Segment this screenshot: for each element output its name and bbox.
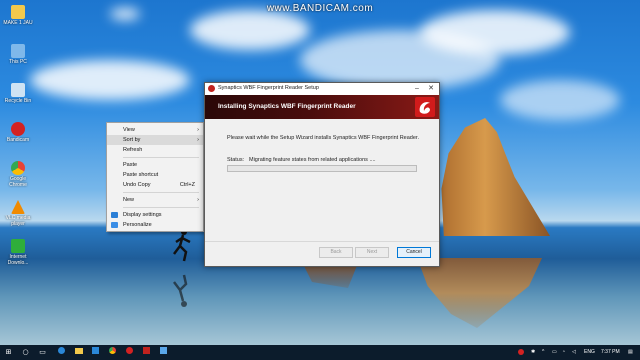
desktop-icon-google-chrome[interactable]: Google Chrome [2, 161, 34, 199]
menu-item-view[interactable]: View › [107, 125, 203, 135]
wait-message: Please wait while the Setup Wizard insta… [227, 135, 419, 141]
menu-separator [123, 157, 199, 158]
dialog-titlebar[interactable]: Synaptics WBF Fingerprint Reader Setup –… [205, 83, 439, 95]
setup-dialog: Synaptics WBF Fingerprint Reader Setup –… [204, 82, 440, 267]
desktop-icon-internet-download-manager[interactable]: Internet Downlo... [2, 239, 34, 277]
synaptics-app-icon [208, 85, 215, 92]
submenu-arrow-icon: › [197, 197, 199, 203]
computer-icon [11, 44, 25, 58]
vlc-icon [11, 200, 25, 214]
notifications-icon[interactable]: ▤ [628, 349, 633, 355]
banner-title: Installing Synaptics WBF Fingerprint Rea… [218, 103, 356, 110]
next-button[interactable]: Next [355, 247, 389, 258]
submenu-arrow-icon: › [197, 127, 199, 133]
desktop-icon-make-1-jau[interactable]: MAKE 1 JAU [2, 5, 34, 43]
file-explorer-icon[interactable] [73, 347, 84, 358]
personalize-icon [111, 222, 118, 228]
dialog-title: Synaptics WBF Fingerprint Reader Setup [218, 85, 319, 91]
bandicam-taskbar-icon[interactable] [124, 347, 135, 358]
desktop-icon-label: MAKE 1 JAU [3, 20, 33, 26]
start-button[interactable]: ⊞ [3, 347, 14, 358]
menu-separator [123, 207, 199, 208]
desktop-icons: MAKE 1 JAU This PC Recycle Bin Bandicam … [2, 4, 34, 277]
dialog-banner: Installing Synaptics WBF Fingerprint Rea… [205, 95, 439, 119]
cancel-button[interactable]: Cancel [397, 247, 431, 258]
desktop-icon-this-pc[interactable]: This PC [2, 44, 34, 82]
volume-icon[interactable]: ◁ [572, 349, 576, 355]
submenu-arrow-icon: › [197, 137, 199, 143]
menu-separator [123, 192, 199, 193]
language-indicator[interactable]: ENG [584, 349, 595, 355]
dialog-footer: Back Next Cancel [205, 241, 439, 267]
close-button[interactable]: ✕ [425, 84, 437, 94]
desktop-icon-recycle-bin[interactable]: Recycle Bin [2, 83, 34, 121]
show-hidden-icons[interactable]: ^ [542, 349, 544, 355]
desktop-context-menu: View › Sort by › Refresh Paste Paste sho… [106, 122, 204, 232]
desktop-icon-label: Google Chrome [9, 176, 27, 188]
chrome-taskbar-icon[interactable] [107, 347, 118, 358]
menu-item-paste[interactable]: Paste [107, 160, 203, 170]
menu-item-label: Undo Copy [123, 182, 151, 188]
folder-icon [11, 5, 25, 19]
rock-formation [441, 118, 550, 236]
bandicam-tray-icon[interactable] [518, 349, 524, 357]
desktop-icon-label: Internet Downlo... [7, 254, 29, 266]
chrome-icon [11, 161, 25, 175]
desktop-icon-label: Recycle Bin [4, 98, 32, 104]
menu-item-undo-copy[interactable]: Undo Copy Ctrl+Z [107, 180, 203, 190]
running-person-silhouette [173, 229, 191, 262]
menu-item-label: Paste [123, 162, 138, 168]
bandicam-icon [11, 122, 25, 136]
status-label: Status: [227, 157, 245, 163]
back-button[interactable]: Back [319, 247, 353, 258]
menu-item-label: Display settings [123, 212, 162, 218]
menu-item-personalize[interactable]: Personalize [107, 220, 203, 230]
network-icon[interactable]: ◔ [562, 349, 565, 355]
desktop-icon-bandicam[interactable]: Bandicam [2, 122, 34, 160]
menu-item-display-settings[interactable]: Display settings [107, 210, 203, 220]
windows-taskbar-icon[interactable] [158, 347, 169, 358]
install-progress-bar [227, 165, 417, 172]
minimize-button[interactable]: – [411, 84, 423, 94]
menu-item-label: Refresh [123, 147, 143, 153]
store-icon[interactable] [90, 347, 101, 358]
desktop-icon-vlc[interactable]: VLC media player [2, 200, 34, 238]
search-button[interactable]: ○ [20, 347, 31, 358]
menu-item-sort-by[interactable]: Sort by › [107, 135, 203, 145]
idm-icon [11, 239, 25, 253]
recycle-bin-icon [11, 83, 25, 97]
desktop-icon-label: Bandicam [6, 137, 30, 143]
clock[interactable]: 7:37 PM [601, 349, 620, 355]
menu-item-label: Personalize [123, 222, 152, 228]
synaptics-logo-icon [415, 97, 435, 117]
person-reflection [173, 274, 188, 307]
battery-icon[interactable]: ▭ [552, 349, 557, 355]
menu-item-label: View [123, 127, 135, 133]
edge-icon[interactable] [56, 347, 67, 358]
bluetooth-icon[interactable]: ✱ [531, 349, 535, 355]
desktop-icon-label: This PC [9, 59, 27, 65]
dialog-body: Please wait while the Setup Wizard insta… [205, 119, 439, 241]
taskbar: ⊞ ○ ▭ ✱ ^ ▭ ◔ ◁ ENG 7:37 PM ▤ [0, 345, 640, 360]
menu-item-paste-shortcut[interactable]: Paste shortcut [107, 170, 203, 180]
status-value: Migrating feature states from related ap… [249, 157, 376, 163]
bandicam-watermark: www.BANDICAM.com [266, 3, 374, 14]
menu-item-label: Paste shortcut [123, 172, 159, 178]
menu-item-new[interactable]: New › [107, 195, 203, 205]
menu-item-refresh[interactable]: Refresh [107, 145, 203, 155]
task-view-button[interactable]: ▭ [37, 347, 48, 358]
rock-reflection [417, 258, 542, 328]
desktop-icon-label: VLC media player [5, 215, 31, 227]
setup-taskbar-icon[interactable] [141, 347, 152, 358]
menu-item-label: New [123, 197, 135, 203]
menu-item-shortcut: Ctrl+Z [179, 182, 195, 188]
display-icon [111, 212, 118, 218]
menu-item-label: Sort by [123, 137, 141, 143]
